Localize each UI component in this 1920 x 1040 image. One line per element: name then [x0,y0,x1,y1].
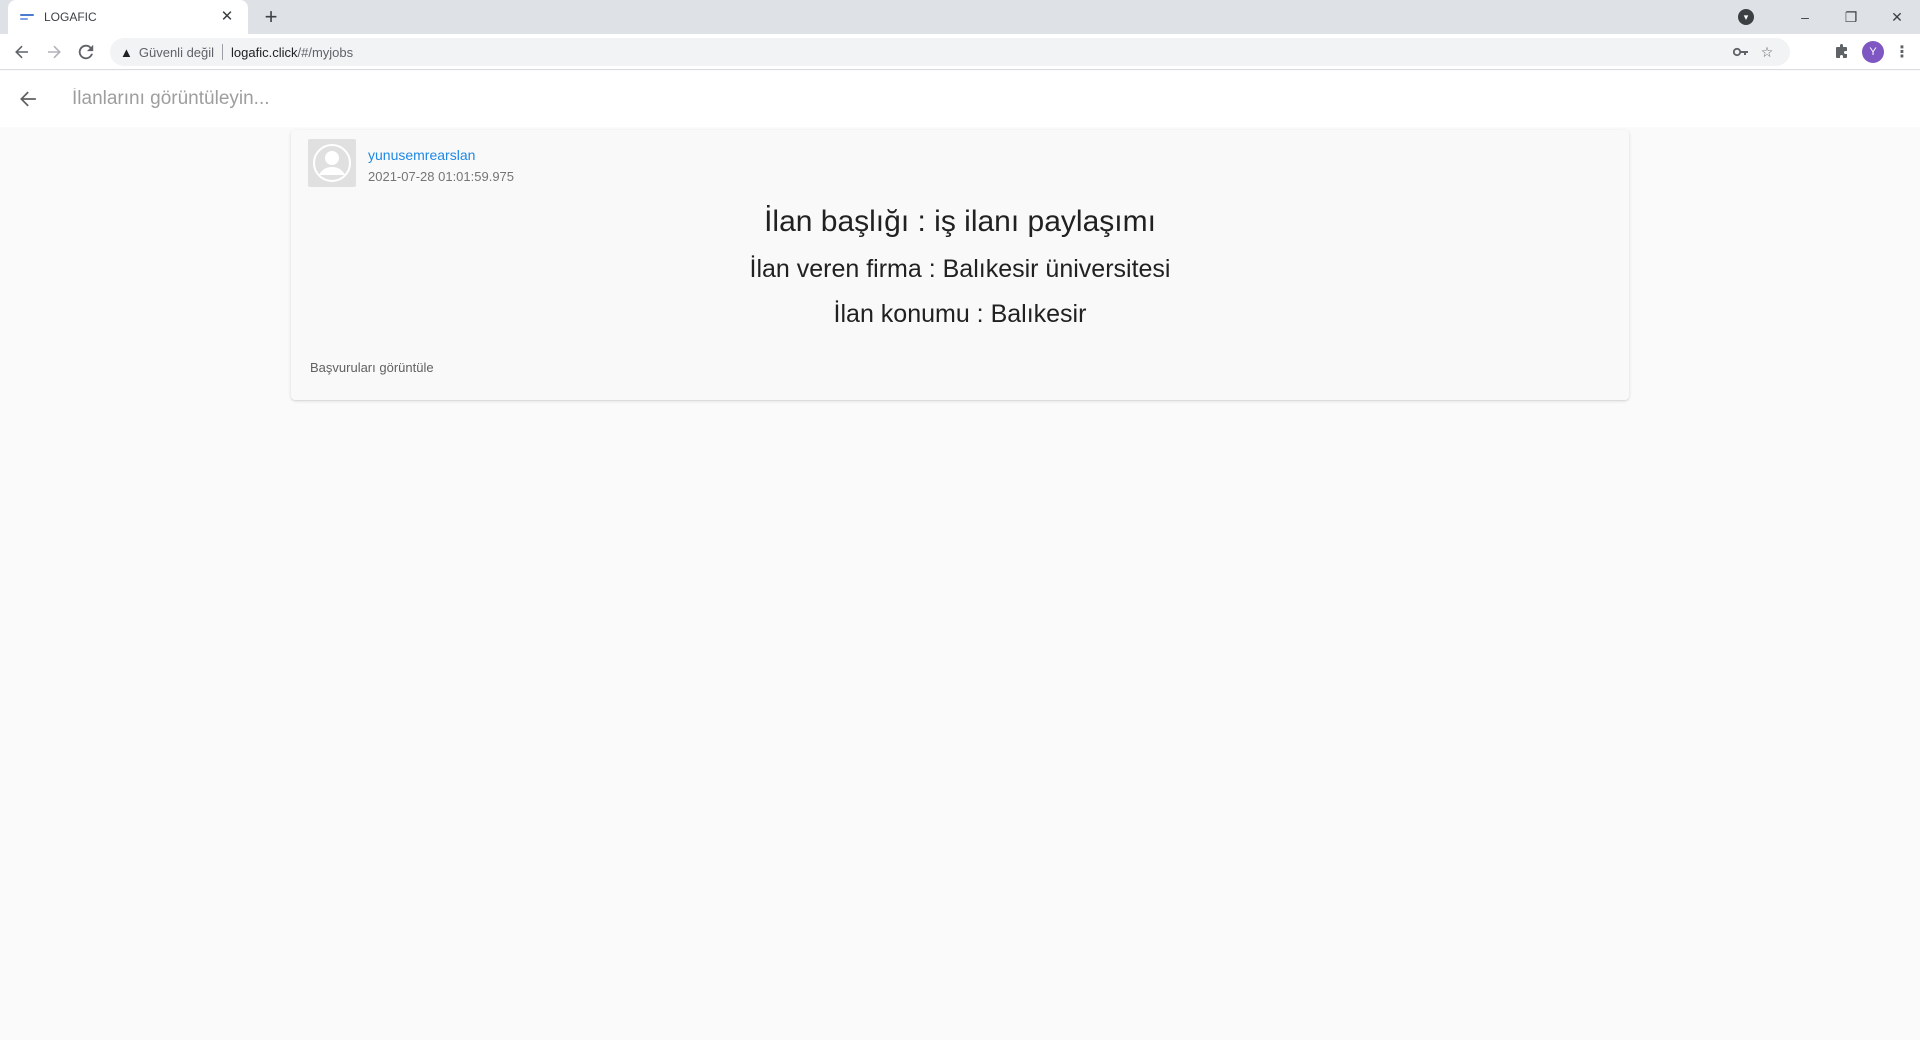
job-details: İlan başlığı : iş ilanı paylaşımı İlan v… [291,202,1629,331]
restore-button[interactable]: ❐ [1828,0,1874,34]
job-owner-username[interactable]: yunusemrearslan [368,147,475,163]
url-text[interactable]: logafic.click/#/myjobs [231,45,1728,60]
key-icon[interactable] [1728,44,1754,60]
forward-arrow-icon[interactable] [38,36,70,68]
job-card: yunusemrearslan 2021-07-28 01:01:59.975 … [291,130,1629,400]
search-input[interactable] [72,88,672,110]
bookmark-star-icon[interactable]: ☆ [1754,44,1780,61]
security-label[interactable]: Güvenli değil [139,45,214,60]
browser-tab-strip: LOGAFIC ✕ + ▾ – ❐ ✕ [0,0,1920,34]
minimize-button[interactable]: – [1782,0,1828,34]
toolbar-actions: Y ⋮ [1830,38,1912,66]
browser-tab[interactable]: LOGAFIC ✕ [8,0,248,34]
job-location: İlan konumu : Balıkesir [833,300,1087,328]
profile-avatar[interactable]: Y [1862,41,1884,63]
close-window-button[interactable]: ✕ [1874,0,1920,34]
window-controls: ▾ – ❐ ✕ [1738,0,1920,34]
job-title: İlan başlığı : iş ilanı paylaşımı [764,205,1156,238]
reload-icon[interactable] [70,36,102,68]
user-placeholder-icon [313,144,351,182]
new-tab-button[interactable]: + [258,4,284,30]
tab-search-icon[interactable]: ▾ [1738,9,1754,25]
tab-close-icon[interactable]: ✕ [218,8,236,26]
back-arrow-icon[interactable] [8,79,48,119]
warning-icon[interactable]: ▲ [120,45,133,60]
extensions-puzzle-icon[interactable] [1830,40,1854,64]
address-bar[interactable]: ▲ Güvenli değil logafic.click/#/myjobs ☆ [110,38,1790,66]
job-company: İlan veren firma : Balıkesir üniversites… [749,255,1171,283]
more-menu-icon[interactable]: ⋮ [1892,42,1912,62]
url-host: logafic.click [231,44,298,60]
back-arrow-icon[interactable] [6,36,38,68]
job-posted-date: 2021-07-28 01:01:59.975 [368,169,515,184]
browser-toolbar: ▲ Güvenli değil logafic.click/#/myjobs ☆… [0,34,1920,70]
tab-title: LOGAFIC [44,10,97,24]
avatar [308,139,356,187]
app-bar [0,71,1920,127]
omnibox-divider [222,44,224,60]
url-path: /#/myjobs [297,44,354,60]
site-favicon-icon [20,12,34,22]
view-applications-button[interactable]: Başvuruları görüntüle [310,360,434,375]
